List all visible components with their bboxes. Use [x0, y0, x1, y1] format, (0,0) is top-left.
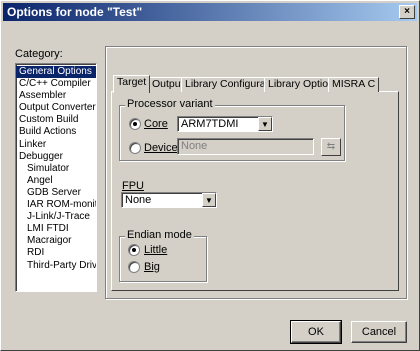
endian-mode-group	[119, 236, 207, 282]
core-radio[interactable]	[129, 118, 141, 130]
fpu-select[interactable]: None ▼	[121, 192, 217, 208]
tab-label: MISRA C	[332, 78, 376, 90]
category-item[interactable]: Macraigor	[16, 235, 96, 247]
core-label-text: Core	[144, 118, 168, 130]
little-endian-label: Little	[144, 244, 167, 256]
category-list[interactable]: General Options C/C++ Compiler Assembler Ou…	[15, 63, 97, 292]
tab-label: Output	[152, 78, 184, 90]
window-title: Options for node "Test"	[7, 5, 143, 19]
category-item[interactable]: LMI FTDI	[16, 223, 96, 235]
category-item[interactable]: Assembler	[16, 90, 96, 102]
category-item[interactable]: Build Actions	[16, 126, 96, 138]
title-bar: Options for node "Test" ×	[3, 3, 417, 21]
fpu-select-value: None	[125, 194, 152, 206]
category-item[interactable]: GDB Server	[16, 187, 96, 199]
big-endian-label: Big	[144, 261, 160, 273]
processor-variant-title: Processor variant	[125, 98, 215, 110]
little-endian-radio[interactable]	[128, 244, 140, 256]
category-item[interactable]: RDI	[16, 247, 96, 259]
tab-label: Target	[117, 76, 147, 88]
core-label: Core	[144, 118, 168, 130]
category-item[interactable]: Custom Build	[16, 114, 96, 126]
device-field: None	[177, 138, 314, 155]
chevron-down-icon[interactable]: ▼	[202, 193, 216, 207]
device-label: Device	[144, 142, 178, 154]
tab-target[interactable]: Target	[113, 75, 151, 93]
endian-mode-title: Endian mode	[125, 229, 194, 241]
close-icon: ×	[404, 6, 410, 17]
fpu-label: FPU	[122, 180, 144, 192]
category-item[interactable]: Simulator	[16, 163, 96, 175]
cancel-button[interactable]: Cancel	[351, 321, 407, 343]
fpu-label-text: FPU	[122, 180, 144, 192]
options-dialog: Options for node "Test" × Category: Gene…	[0, 0, 420, 351]
core-select-value: ARM7TDMI	[181, 118, 239, 130]
category-item[interactable]: Third-Party Driver	[16, 260, 96, 272]
category-item[interactable]: Debugger	[16, 151, 96, 163]
device-radio[interactable]	[129, 142, 141, 154]
category-item[interactable]: Output Converter	[16, 102, 96, 114]
category-item[interactable]: J-Link/J-Trace	[16, 211, 96, 223]
ok-button-label: OK	[308, 326, 324, 338]
close-button[interactable]: ×	[399, 5, 415, 19]
ok-button[interactable]: OK	[290, 320, 342, 344]
tab-misra-c[interactable]: MISRA C	[328, 77, 380, 92]
browse-icon: ⇆	[326, 141, 336, 152]
core-select[interactable]: ARM7TDMI ▼	[177, 116, 273, 132]
little-endian-label-text: Little	[144, 244, 168, 256]
category-item[interactable]: Linker	[16, 139, 96, 151]
device-browse-button: ⇆	[321, 138, 341, 156]
chevron-down-icon[interactable]: ▼	[258, 117, 272, 131]
category-item[interactable]: IAR ROM-monitor	[16, 199, 96, 211]
device-label-text: Device	[144, 142, 178, 154]
device-field-value: None	[181, 140, 208, 152]
category-item[interactable]: Angel	[16, 175, 96, 187]
category-item[interactable]: General Options	[16, 66, 96, 79]
category-item[interactable]: C/C++ Compiler	[16, 78, 96, 90]
cancel-button-label: Cancel	[361, 326, 397, 338]
big-endian-label-text: Big	[144, 261, 160, 273]
big-endian-radio[interactable]	[128, 261, 140, 273]
category-label: Category:	[15, 48, 63, 60]
